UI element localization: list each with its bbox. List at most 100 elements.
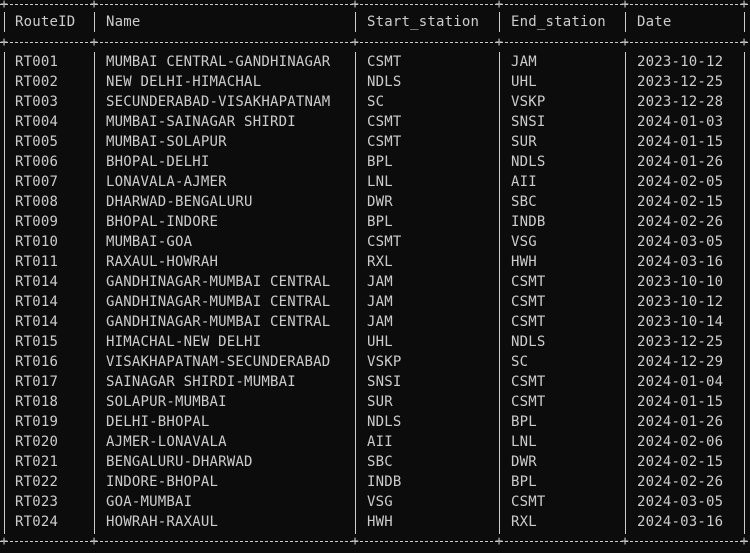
border-corner: + <box>495 534 503 549</box>
cell-end-station: HWH <box>511 254 537 270</box>
cell-end-station: SUR <box>511 134 537 150</box>
cell-name: MUMBAI-SOLAPUR <box>106 134 227 150</box>
cell-name: MUMBAI-SAINAGAR SHIRDI <box>106 114 296 130</box>
cell-end-station: CSMT <box>511 294 546 310</box>
cell-name: VISAKHAPATNAM-SECUNDERABAD <box>106 354 331 370</box>
cell-name: GOA-MUMBAI <box>106 494 193 510</box>
cell-start-station: BPL <box>367 154 393 170</box>
cell-name: SECUNDERABAD-VISAKHAPATNAM <box>106 94 331 110</box>
cell-date: 2024-03-05 <box>637 494 724 510</box>
cell-routeid: RT017 <box>15 374 59 390</box>
border-corner: + <box>0 35 8 50</box>
cell-name: BHOPAL-DELHI <box>106 154 210 170</box>
cell-start-station: CSMT <box>367 234 402 250</box>
cell-date: 2024-01-26 <box>637 154 724 170</box>
cell-routeid: RT006 <box>15 154 59 170</box>
cell-end-station: INDB <box>511 214 546 230</box>
cell-start-station: INDB <box>367 474 402 490</box>
cell-start-station: JAM <box>367 314 393 330</box>
header-end-station: End_station <box>511 14 606 30</box>
table-row: RT009 BHOPAL-INDORE BPL INDB 2024-02-26 <box>0 212 750 232</box>
cell-date: 2024-01-26 <box>637 414 724 430</box>
table-row: RT014 GANDHINAGAR-MUMBAI CENTRAL JAM CSMT 20… <box>0 292 750 312</box>
cell-date: 2024-12-29 <box>637 354 724 370</box>
table-row: RT016 VISAKHAPATNAM-SECUNDERABAD VSKP SC 202… <box>0 352 750 372</box>
cell-name: SOLAPUR-MUMBAI <box>106 394 227 410</box>
cell-end-station: CSMT <box>511 374 546 390</box>
table-row: RT010 MUMBAI-GOA CSMT VSG 2024-03-05 <box>0 232 750 252</box>
cell-start-station: SUR <box>367 394 393 410</box>
cell-end-station: NDLS <box>511 334 546 350</box>
border-corner: + <box>621 534 629 549</box>
border-corner: + <box>90 534 98 549</box>
cell-date: 2023-12-25 <box>637 334 724 350</box>
cell-end-station: LNL <box>511 434 537 450</box>
cell-start-station: CSMT <box>367 54 402 70</box>
table-row: RT008 DHARWAD-BENGALURU DWR SBC 2024-02-15 <box>0 192 750 212</box>
cell-name: RAXAUL-HOWRAH <box>106 254 219 270</box>
cell-end-station: SBC <box>511 194 537 210</box>
table-row: RT005 MUMBAI-SOLAPUR CSMT SUR 2024-01-15 <box>0 132 750 152</box>
cell-start-station: BPL <box>367 214 393 230</box>
cell-name: SAINAGAR SHIRDI-MUMBAI <box>106 374 296 390</box>
border-corner: + <box>495 35 503 50</box>
cell-routeid: RT023 <box>15 494 59 510</box>
cell-start-station: VSKP <box>367 354 402 370</box>
cell-date: 2024-03-16 <box>637 514 724 530</box>
border-corner: + <box>351 35 359 50</box>
cell-start-station: SC <box>367 94 385 110</box>
table-border-bottom <box>0 541 748 542</box>
cell-name: DHARWAD-BENGALURU <box>106 194 253 210</box>
cell-routeid: RT008 <box>15 194 59 210</box>
cell-routeid: RT007 <box>15 174 59 190</box>
cell-start-station: CSMT <box>367 134 402 150</box>
terminal-output: + + + + + + + + + + + + + + + + + + Rout… <box>0 0 750 553</box>
cell-name: NEW DELHI-HIMACHAL <box>106 74 262 90</box>
cell-start-station: JAM <box>367 274 393 290</box>
cell-date: 2024-02-26 <box>637 214 724 230</box>
cell-name: BENGALURU-DHARWAD <box>106 454 253 470</box>
table-row: RT015 HIMACHAL-NEW DELHI UHL NDLS 2023-12-25 <box>0 332 750 352</box>
cell-name: GANDHINAGAR-MUMBAI CENTRAL <box>106 294 331 310</box>
cell-start-station: SNSI <box>367 374 402 390</box>
table-row: RT019 DELHI-BHOPAL NDLS BPL 2024-01-26 <box>0 412 750 432</box>
table-row: RT018 SOLAPUR-MUMBAI SUR CSMT 2024-01-15 <box>0 392 750 412</box>
cell-routeid: RT004 <box>15 114 59 130</box>
cell-name: DELHI-BHOPAL <box>106 414 210 430</box>
border-corner: + <box>0 534 8 549</box>
cell-date: 2024-03-05 <box>637 234 724 250</box>
cell-start-station: NDLS <box>367 74 402 90</box>
cell-routeid: RT015 <box>15 334 59 350</box>
table-row: RT001 MUMBAI CENTRAL-GANDHINAGAR CSMT JAM 20… <box>0 52 750 72</box>
cell-start-station: HWH <box>367 514 393 530</box>
cell-date: 2024-02-05 <box>637 174 724 190</box>
cell-start-station: RXL <box>367 254 393 270</box>
table-border-top <box>0 4 748 5</box>
cell-name: BHOPAL-INDORE <box>106 214 219 230</box>
cell-date: 2023-10-14 <box>637 314 724 330</box>
cell-name: LONAVALA-AJMER <box>106 174 227 190</box>
header-date: Date <box>637 14 672 30</box>
cell-name: MUMBAI CENTRAL-GANDHINAGAR <box>106 54 331 70</box>
cell-date: 2023-12-28 <box>637 94 724 110</box>
cell-end-station: VSKP <box>511 94 546 110</box>
cell-routeid: RT021 <box>15 454 59 470</box>
table-row: RT003 SECUNDERABAD-VISAKHAPATNAM SC VSKP 202… <box>0 92 750 112</box>
table-row: RT017 SAINAGAR SHIRDI-MUMBAI SNSI CSMT 2024-… <box>0 372 750 392</box>
cell-end-station: AII <box>511 174 537 190</box>
cell-routeid: RT011 <box>15 254 59 270</box>
table-row: RT023 GOA-MUMBAI VSG CSMT 2024-03-05 <box>0 492 750 512</box>
cell-date: 2024-02-15 <box>637 454 724 470</box>
table-header-row: RouteID Name Start_station End_station D… <box>0 10 750 30</box>
table-row: RT021 BENGALURU-DHARWAD SBC DWR 2024-02-15 <box>0 452 750 472</box>
cell-start-station: AII <box>367 434 393 450</box>
cell-name: AJMER-LONAVALA <box>106 434 227 450</box>
table-row: RT007 LONAVALA-AJMER LNL AII 2024-02-05 <box>0 172 750 192</box>
cell-start-station: UHL <box>367 334 393 350</box>
cell-date: 2024-01-03 <box>637 114 724 130</box>
cell-name: GANDHINAGAR-MUMBAI CENTRAL <box>106 314 331 330</box>
cell-date: 2024-02-06 <box>637 434 724 450</box>
cell-end-station: NDLS <box>511 154 546 170</box>
cell-routeid: RT020 <box>15 434 59 450</box>
cell-end-station: BPL <box>511 474 537 490</box>
